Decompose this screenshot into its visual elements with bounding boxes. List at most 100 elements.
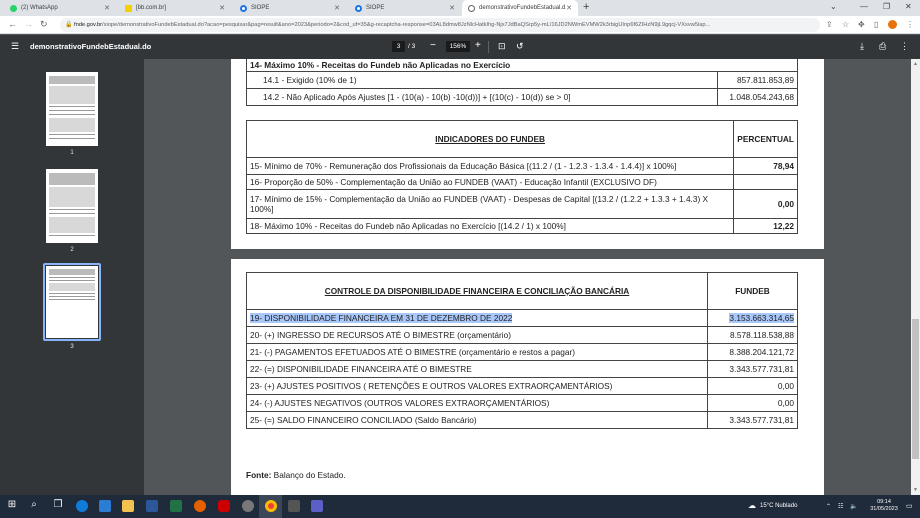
fit-page-icon[interactable]: ⊡ bbox=[498, 41, 506, 52]
tray-arrow-icon[interactable]: ⌃ bbox=[826, 503, 831, 510]
pdf-page-3: CONTROLE DA DISPONIBILIDADE FINANCEIRA E… bbox=[231, 259, 824, 495]
network-icon[interactable]: ☷ bbox=[838, 503, 843, 510]
search-icon[interactable]: ⌕ bbox=[26, 499, 42, 510]
share-icon[interactable]: ⇪ bbox=[826, 20, 833, 29]
close-tab-icon[interactable]: ✕ bbox=[104, 4, 110, 12]
download-icon[interactable]: ⤓ bbox=[860, 41, 864, 52]
url-host: fnde.gov.br bbox=[74, 22, 103, 28]
minimize-icon[interactable]: — bbox=[860, 2, 868, 11]
siope-icon bbox=[240, 4, 247, 12]
forward-icon[interactable]: → bbox=[24, 19, 33, 29]
more-options-icon[interactable]: ⋮ bbox=[900, 41, 909, 52]
rotate-icon[interactable]: ↺ bbox=[516, 41, 524, 52]
tab-search-icon[interactable]: ⌄ bbox=[830, 2, 837, 11]
chrome-icon[interactable] bbox=[265, 500, 277, 512]
siope-icon bbox=[355, 4, 362, 12]
scrollbar-thumb[interactable] bbox=[912, 319, 919, 459]
excel-icon[interactable] bbox=[170, 500, 182, 512]
sidepanel-icon[interactable]: ▯ bbox=[874, 20, 878, 29]
pdf-title: demonstrativoFundebEstadual.do bbox=[30, 42, 152, 51]
menu-kebab-icon[interactable]: ⋮ bbox=[906, 20, 914, 29]
tab-whatsapp[interactable]: (2) WhatsApp ✕ bbox=[4, 0, 116, 16]
table-cell-value: 3.343.577.731,81 bbox=[707, 360, 798, 378]
scroll-up-icon[interactable]: ▲ bbox=[913, 61, 918, 67]
table-cell-label: 18- Máximo 10% - Receitas do Fundeb não … bbox=[245, 218, 735, 234]
thumbnail-page-2[interactable] bbox=[46, 169, 98, 243]
table-header: INDICADORES DO FUNDEB bbox=[245, 120, 735, 158]
firefox-icon[interactable] bbox=[194, 500, 206, 512]
thumbnail-label: 3 bbox=[70, 344, 74, 350]
reload-icon[interactable]: ↻ bbox=[40, 19, 48, 30]
whatsapp-icon bbox=[10, 4, 17, 12]
maximize-icon[interactable]: ❐ bbox=[883, 2, 890, 11]
zoom-out-icon[interactable]: − bbox=[430, 40, 436, 51]
windows-start-icon[interactable]: ⊞ bbox=[4, 499, 20, 510]
table-cell-value bbox=[733, 174, 798, 190]
close-tab-icon[interactable]: ✕ bbox=[566, 4, 572, 12]
windows-taskbar: ⊞ ⌕ ❒ ☁ 15°C Nublado ⌃ ☷ 🔈 09:14 31/05/2… bbox=[0, 495, 920, 518]
app-icon[interactable] bbox=[242, 500, 254, 512]
weather-text[interactable]: 15°C Nublado bbox=[760, 503, 797, 509]
file-explorer-icon[interactable] bbox=[122, 500, 134, 512]
table-cell-label: 21- (-) PAGAMENTOS EFETUADOS ATÉ O BIMES… bbox=[246, 343, 708, 361]
extensions-icon[interactable]: ✥ bbox=[858, 20, 865, 29]
thumbnail-label: 2 bbox=[70, 247, 74, 253]
close-tab-icon[interactable]: ✕ bbox=[449, 4, 455, 12]
bookmark-star-icon[interactable]: ☆ bbox=[842, 20, 849, 29]
table-header: 14- Máximo 10% - Receitas do Fundeb não … bbox=[246, 59, 798, 72]
toolbar-divider bbox=[488, 41, 489, 53]
close-tab-icon[interactable]: ✕ bbox=[219, 4, 225, 12]
table-header: PERCENTUAL bbox=[733, 120, 798, 158]
table-cell-label: 15- Mínimo de 70% - Remuneração dos Prof… bbox=[245, 157, 735, 175]
scroll-down-icon[interactable]: ▼ bbox=[913, 487, 918, 493]
sidebar-toggle-icon[interactable]: ☰ bbox=[11, 41, 19, 52]
tab-siope-1[interactable]: SIOPE ✕ bbox=[234, 0, 346, 16]
page-number-input[interactable]: 3 bbox=[392, 41, 405, 52]
vertical-scrollbar[interactable]: ▲ ▼ bbox=[911, 59, 920, 495]
thumbnail-page-1[interactable] bbox=[46, 72, 98, 146]
new-tab-button[interactable]: + bbox=[583, 1, 589, 13]
table-row: 21- (-) PAGAMENTOS EFETUADOS ATÉ O BIMES… bbox=[246, 343, 798, 361]
tab-bb[interactable]: [bb.com.br] ✕ bbox=[119, 0, 231, 16]
thumbnail-label: 1 bbox=[70, 150, 74, 156]
tab-label: SIOPE bbox=[251, 5, 270, 11]
store-icon[interactable] bbox=[99, 500, 111, 512]
print-icon[interactable]: ⎙ bbox=[879, 41, 886, 52]
pdf-viewer[interactable]: 14- Máximo 10% - Receitas do Fundeb não … bbox=[144, 59, 911, 495]
selected-text[interactable]: 19- DISPONIBILIDADE FINANCEIRA EM 31 DE … bbox=[250, 313, 513, 323]
back-icon[interactable]: ← bbox=[8, 19, 17, 29]
word-icon[interactable] bbox=[146, 500, 158, 512]
clock[interactable]: 09:14 31/05/2023 bbox=[866, 499, 902, 513]
teams-icon[interactable] bbox=[311, 500, 323, 512]
close-window-icon[interactable]: ✕ bbox=[905, 2, 912, 11]
notification-icon[interactable]: ▭ bbox=[906, 502, 913, 510]
weather-icon[interactable]: ☁ bbox=[748, 501, 756, 510]
profile-avatar[interactable] bbox=[888, 20, 897, 29]
thumbnail-page-3[interactable] bbox=[46, 266, 98, 338]
table-row: 23- (+) AJUSTES POSITIVOS ( RETENÇÕES E … bbox=[246, 377, 798, 395]
close-tab-icon[interactable]: ✕ bbox=[334, 4, 340, 12]
volume-icon[interactable]: 🔈 bbox=[850, 503, 857, 510]
task-view-icon[interactable]: ❒ bbox=[50, 499, 66, 510]
tab-demonstrativo[interactable]: demonstrativoFundebEstadual.d... ✕ bbox=[462, 0, 578, 16]
lock-icon[interactable]: 🔒 bbox=[65, 18, 72, 32]
table-row: 24- (-) AJUSTES NEGATIVOS (OUTROS VALORE… bbox=[246, 394, 798, 412]
table-cell-label: 14.1 - Exigido (10% de 1) bbox=[246, 71, 718, 89]
edge-icon[interactable] bbox=[76, 500, 88, 512]
snipping-tool-icon[interactable] bbox=[288, 500, 300, 512]
browser-tab-bar: (2) WhatsApp ✕ [bb.com.br] ✕ SIOPE ✕ SIO… bbox=[0, 0, 920, 16]
table-header: FUNDEB bbox=[707, 272, 798, 310]
zoom-in-icon[interactable]: + bbox=[475, 40, 481, 51]
bb-icon bbox=[125, 4, 132, 12]
indicadores-table: INDICADORES DO FUNDEB PERCENTUAL 15- Mín… bbox=[245, 120, 798, 234]
clock-time: 09:14 bbox=[877, 499, 891, 505]
table-cell-value: 0,00 bbox=[733, 189, 798, 219]
table-row: 20- (+) INGRESSO DE RECURSOS ATÉ O BIMES… bbox=[246, 326, 798, 344]
acrobat-icon[interactable] bbox=[218, 500, 230, 512]
zoom-input[interactable]: 156% bbox=[446, 41, 470, 52]
table-cell-label: 17- Mínimo de 15% - Complementação da Un… bbox=[245, 189, 735, 219]
url-input[interactable]: 🔒 fnde.gov.br/siope/demonstrativoFundebE… bbox=[60, 18, 820, 32]
tab-siope-2[interactable]: SIOPE ✕ bbox=[349, 0, 461, 16]
table-cell-value: 1.048.054.243,68 bbox=[717, 88, 798, 106]
selected-text[interactable]: 3.153.663.314,65 bbox=[729, 313, 794, 323]
